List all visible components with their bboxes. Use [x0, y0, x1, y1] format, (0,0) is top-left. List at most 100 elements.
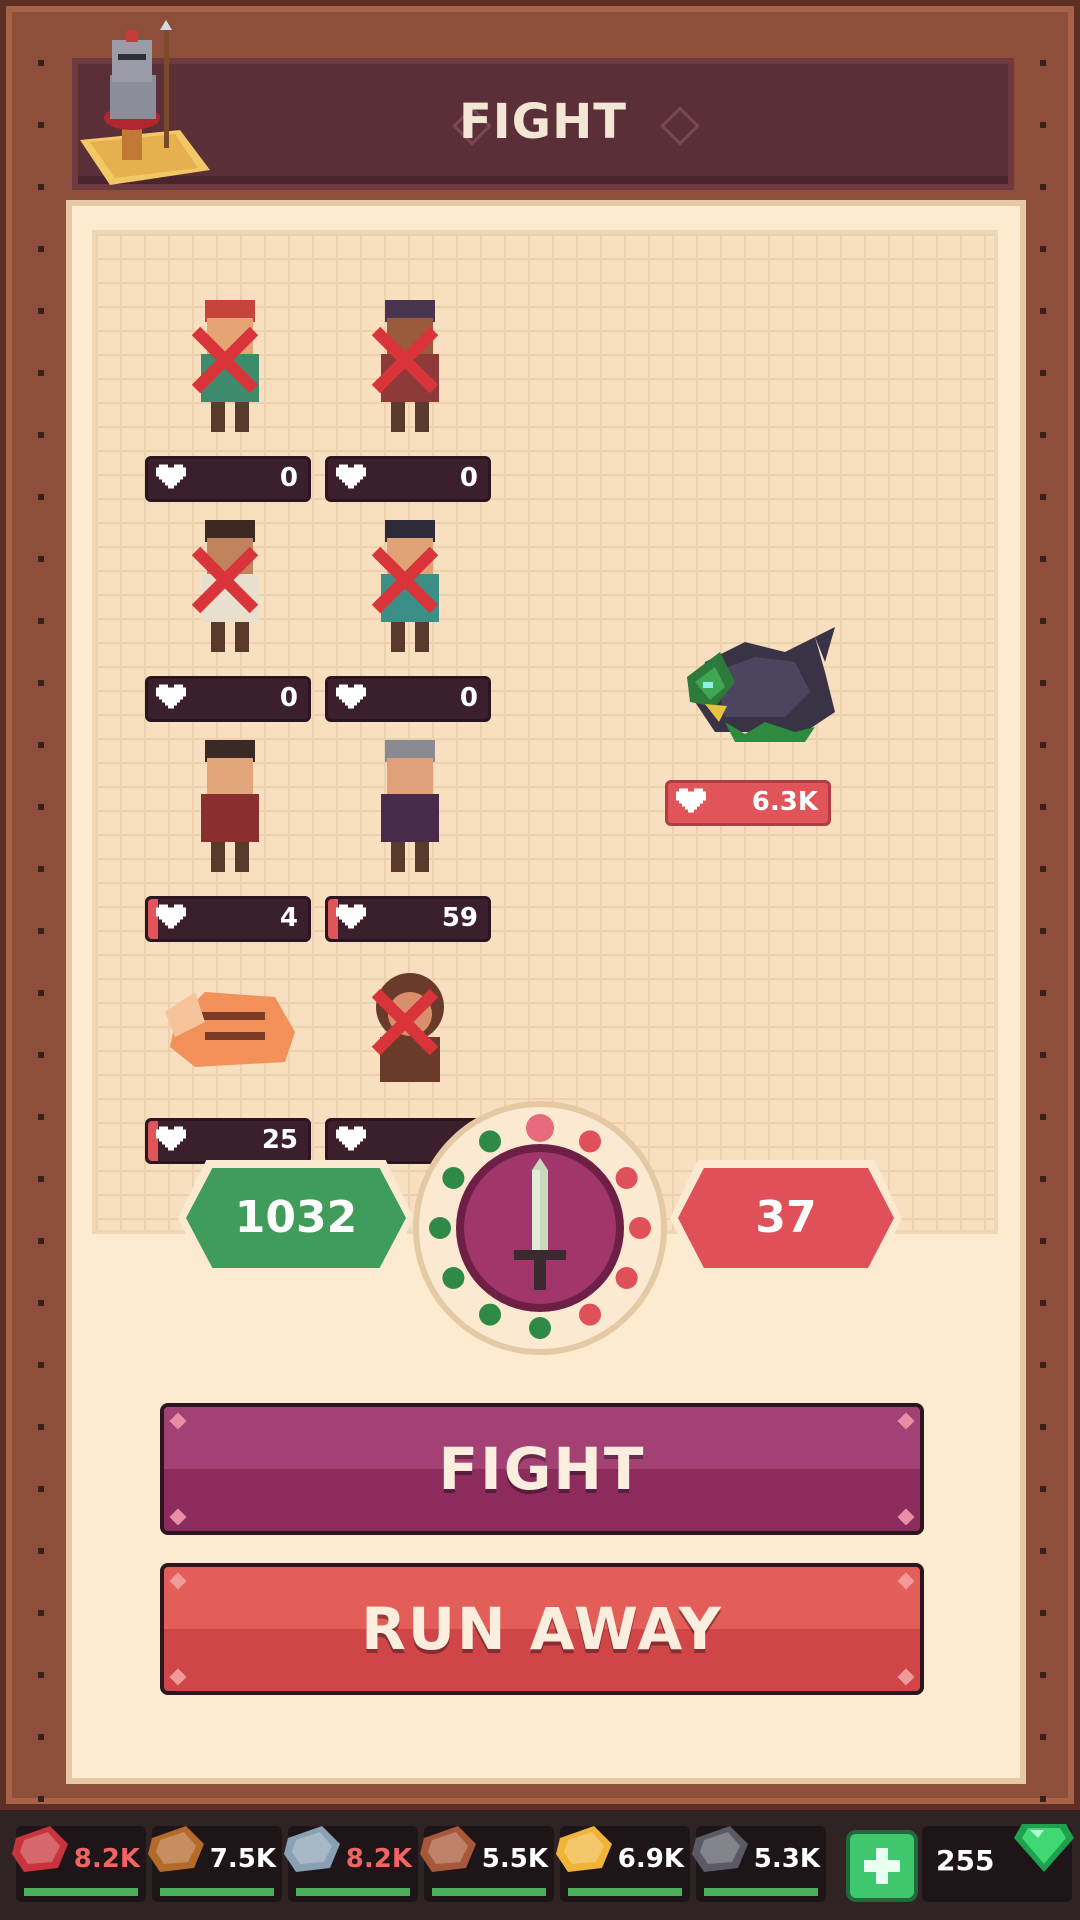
rivet: [38, 432, 44, 438]
rivet: [1040, 1052, 1046, 1058]
hero-hp-value: 4: [279, 903, 298, 933]
rivet: [1040, 804, 1046, 810]
dark-wolf-sprite: [687, 627, 835, 742]
odds-dot: [479, 1130, 501, 1153]
odds-dot: [579, 1303, 601, 1326]
odds-dot: [479, 1303, 501, 1326]
hero-health-bar: 59: [325, 896, 491, 942]
defeated-cross-icon: [371, 326, 439, 394]
rivet: [1040, 1548, 1046, 1554]
hero-hp-value: 25: [261, 1125, 298, 1155]
corner-gem-icon: [897, 1668, 915, 1686]
resource-counter[interactable]: 6.9K: [556, 1826, 690, 1902]
resource-counter[interactable]: 5.5K: [420, 1826, 554, 1902]
resource-value: 6.9K: [617, 1844, 684, 1874]
rivet: [1040, 246, 1046, 252]
rivet: [1040, 618, 1046, 624]
odds-dot: [442, 1167, 465, 1189]
rivet: [38, 804, 44, 810]
hero-health-bar: 0: [145, 676, 311, 722]
corner-gem-icon: [897, 1508, 915, 1526]
odds-dot: [615, 1267, 638, 1289]
rivet: [38, 990, 44, 996]
rivet: [1040, 1238, 1046, 1244]
odds-dot: [526, 1114, 554, 1142]
odds-dot: [429, 1217, 451, 1239]
gem-count: 255: [936, 1844, 995, 1877]
run-away-button[interactable]: RUN AWAY: [160, 1563, 924, 1695]
resource-value: 8.2K: [345, 1844, 412, 1874]
resource-value: 5.5K: [481, 1844, 548, 1874]
rivet: [1040, 184, 1046, 190]
hero-hp-value: 59: [441, 903, 478, 933]
resource-counter[interactable]: 8.2K: [284, 1826, 418, 1902]
defeated-cross-icon: [191, 546, 259, 614]
rivet: [38, 1114, 44, 1120]
rivet: [1040, 308, 1046, 314]
rivet: [1040, 1300, 1046, 1306]
resource-counter[interactable]: 7.5K: [148, 1826, 282, 1902]
resource-capacity-bar: [160, 1888, 274, 1896]
resource-counter[interactable]: 5.3K: [692, 1826, 826, 1902]
rivet: [38, 1052, 44, 1058]
heart-icon: [336, 684, 366, 709]
hero-sprite: [201, 740, 259, 872]
fight-button[interactable]: FIGHT: [160, 1403, 924, 1535]
rivet: [1040, 370, 1046, 376]
rivet: [1040, 742, 1046, 748]
rivet: [1040, 680, 1046, 686]
rivet: [38, 494, 44, 500]
heart-icon: [156, 1126, 186, 1151]
defeated-cross-icon: [191, 326, 259, 394]
heart-icon: [336, 904, 366, 929]
hero-hp-value: 0: [279, 463, 298, 493]
hero-health-bar: 0: [325, 456, 491, 502]
rivet: [38, 246, 44, 252]
heart-icon: [156, 464, 186, 489]
rivet: [38, 370, 44, 376]
rivet: [38, 60, 44, 66]
add-gems-button[interactable]: [846, 1830, 918, 1902]
resource-value: 8.2K: [73, 1844, 140, 1874]
gold-nugget-icon: [556, 1826, 612, 1872]
defeated-cross-icon: [371, 546, 439, 614]
rivet: [1040, 1796, 1046, 1802]
resource-capacity-bar: [568, 1888, 682, 1896]
odds-dot: [615, 1167, 638, 1189]
fight-button-label: FIGHT: [438, 1435, 646, 1503]
rivet: [38, 1548, 44, 1554]
hero-health-bar: 4: [145, 896, 311, 942]
emerald-gem-icon: [1014, 1824, 1074, 1872]
iron-ingot-icon: [284, 1826, 340, 1872]
rivet: [38, 618, 44, 624]
enemy-power-badge: 37: [678, 1168, 894, 1268]
rivet: [1040, 1672, 1046, 1678]
rivet: [38, 1610, 44, 1616]
rivet: [38, 1486, 44, 1492]
knight-avatar-icon[interactable]: [70, 20, 220, 195]
odds-dot: [529, 1317, 551, 1339]
corner-gem-icon: [897, 1412, 915, 1430]
rivet: [38, 556, 44, 562]
rivet: [38, 308, 44, 314]
rivet: [1040, 556, 1046, 562]
rivet: [38, 1176, 44, 1182]
odds-dot: [629, 1217, 651, 1239]
resource-capacity-bar: [432, 1888, 546, 1896]
resource-value: 7.5K: [209, 1844, 276, 1874]
rivet: [38, 1362, 44, 1368]
rivet: [38, 122, 44, 128]
rivet: [38, 1734, 44, 1740]
wood-log-icon: [148, 1826, 204, 1872]
rivet: [1040, 1114, 1046, 1120]
hero-health-bar: 25: [145, 1118, 311, 1164]
hero-health-bar: 0: [325, 676, 491, 722]
plus-icon: [864, 1848, 900, 1884]
rivet: [1040, 1362, 1046, 1368]
rivet: [1040, 432, 1046, 438]
corner-gem-icon: [169, 1668, 187, 1686]
rivet: [38, 680, 44, 686]
resource-counter[interactable]: 8.2K: [12, 1826, 146, 1902]
leather-icon: [420, 1826, 476, 1872]
rivet: [1040, 990, 1046, 996]
